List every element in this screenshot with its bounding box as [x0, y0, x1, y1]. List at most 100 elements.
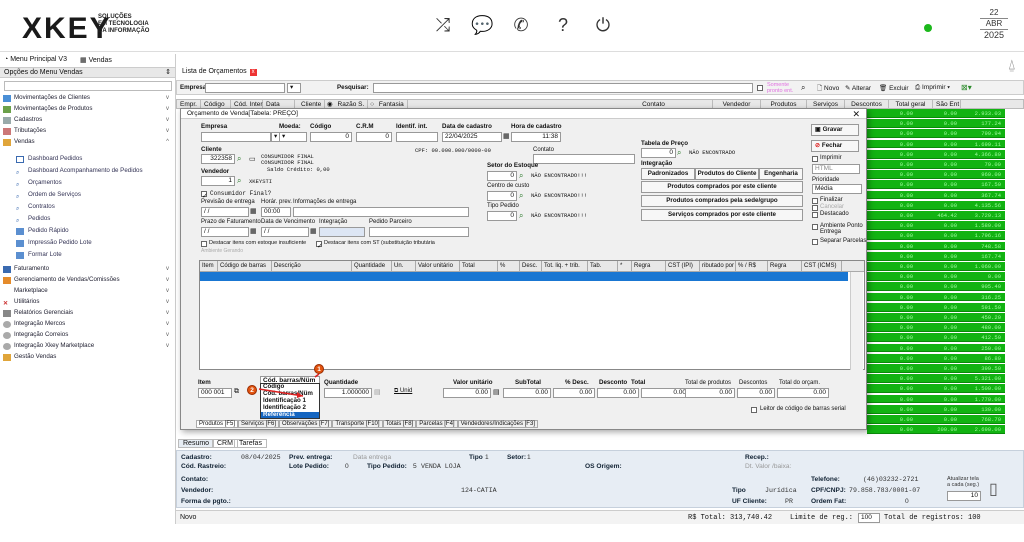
grid-row[interactable]: 0.00 0.00 1.589.00	[867, 221, 1005, 230]
whatsapp-icon[interactable]: ✆	[510, 14, 532, 36]
pedido-parceiro-field[interactable]	[369, 227, 469, 237]
ambiente-ponto-checkbox[interactable]	[812, 224, 818, 230]
sidebar-sub-dashboard-pedidos[interactable]: Dashboard Pedidos	[0, 154, 175, 165]
sidebar-sub-contratos[interactable]: ⌕ Contratos	[0, 202, 175, 213]
consumidor-final-checkbox[interactable]: ✓	[201, 191, 208, 200]
items-col-header[interactable]: Tot. liq. + trib.	[542, 261, 588, 271]
atualizar-field[interactable]: 10	[947, 491, 981, 501]
shuffle-icon[interactable]: ⤮	[432, 14, 454, 36]
prazo-field[interactable]: / /	[201, 227, 249, 237]
centro-custo-field[interactable]: 0	[487, 191, 517, 201]
items-col-header[interactable]: %	[498, 261, 520, 271]
tab-observacoes[interactable]: Observações [F7]	[279, 420, 333, 428]
calculator-icon[interactable]: ▤	[493, 388, 500, 396]
grid-row[interactable]: 0.00 464.42 3.729.13	[867, 211, 1005, 220]
subtotal-field[interactable]: 0.00	[503, 388, 551, 398]
info-entrega-field[interactable]	[293, 207, 469, 217]
tab-tarefas[interactable]: Tarefas	[234, 439, 267, 448]
items-col-header[interactable]: CST (ICMS)	[802, 261, 842, 271]
tab-servicos[interactable]: Serviços [F6]	[238, 420, 280, 428]
grid-row[interactable]: 0.00 0.00 1.060.00	[867, 262, 1005, 271]
tab-produtos[interactable]: Produtos [F5]	[196, 420, 239, 428]
chat-icon[interactable]: 💬	[471, 14, 493, 36]
grid-row[interactable]: 0.00 0.00 367.74	[867, 190, 1005, 200]
sidebar-sub-pedido-rapido[interactable]: Pedido Rápido	[0, 226, 175, 237]
tab-totais[interactable]: Totais [F8]	[382, 420, 417, 428]
grid-row[interactable]: 0.00 0.00 905.40	[867, 282, 1005, 292]
prioridade-select[interactable]: Média	[812, 184, 862, 194]
gravar-button[interactable]: ▣ Gravar	[811, 124, 859, 136]
sidebar-item-integracao-xkey[interactable]: Integração Xkey Marketplace v	[0, 341, 175, 352]
tab-vendedores[interactable]: Vendedores/Indicações [F3]	[457, 420, 538, 428]
items-col-header[interactable]: Quantidade	[352, 261, 392, 271]
grid-row[interactable]: 0.00 0.00 960.00	[867, 170, 1005, 179]
col-sao-ent[interactable]: São Ent	[933, 100, 961, 108]
sidebar-item-integracao-mercos[interactable]: Integração Mercos v	[0, 319, 175, 330]
close-tab-icon[interactable]: x	[249, 69, 257, 76]
grid-row[interactable]: 0.00 0.00 167.74	[867, 251, 1005, 261]
sidebar-item-gerenciamento[interactable]: Gerenciamento de Vendas/Comissões v	[0, 275, 175, 286]
descontos-total-field[interactable]: 0.00	[737, 388, 775, 398]
search-tabela-icon[interactable]: ⌕	[677, 148, 681, 158]
identif-field[interactable]	[396, 132, 438, 142]
empresa-field[interactable]	[201, 132, 271, 142]
total-field[interactable]: 0.00	[641, 388, 689, 398]
menu-search-input[interactable]	[4, 81, 172, 91]
search-client-icon[interactable]: ⌕	[237, 154, 241, 164]
vendedor-code-field[interactable]: 1	[201, 176, 235, 186]
items-col-header[interactable]: Descrição	[272, 261, 352, 271]
comprados-sede-button[interactable]: Produtos comprados pela sede/grupo	[641, 195, 803, 207]
moeda-select[interactable]: ▾	[279, 132, 307, 142]
limite-stepper[interactable]: 100	[858, 513, 880, 523]
alterar-button[interactable]: ✎ Alterar	[845, 84, 871, 92]
calendar-icon[interactable]: ▦	[503, 132, 510, 140]
imprimir-checkbox[interactable]	[812, 156, 818, 162]
card-icon[interactable]: ▭	[249, 155, 256, 163]
grid-row[interactable]: 0.00 0.00 4.366.80	[867, 149, 1005, 159]
hora-cadastro-field[interactable]: 11:38	[511, 132, 561, 142]
grid-row[interactable]: 0.00 0.00 316.25	[867, 292, 1005, 302]
sidebar-item-faturamento[interactable]: Faturamento v	[0, 264, 175, 275]
items-col-header[interactable]: *	[618, 261, 632, 271]
search-tipo-icon[interactable]: ⌕	[519, 211, 523, 221]
search-setor-icon[interactable]: ⌕	[519, 171, 523, 181]
sidebar-item-cadastros[interactable]: Cadastros v	[0, 115, 175, 126]
items-col-header[interactable]: ributado por	[700, 261, 736, 271]
excel-icon[interactable]: ⊠▾	[961, 83, 972, 92]
grid-row[interactable]: 0.00 0.00 768.70	[867, 415, 1005, 424]
cliente-code-field[interactable]: 322358	[201, 154, 235, 164]
empresa-input[interactable]	[205, 83, 285, 93]
imprimir-button[interactable]: ⎙ Imprimir ▾	[915, 84, 950, 92]
destacar-estoque-checkbox[interactable]	[201, 241, 207, 247]
previsao-field[interactable]: / /	[201, 207, 249, 217]
tab-resumo[interactable]: Resumo	[178, 439, 215, 448]
calendar-icon[interactable]: ▦	[250, 227, 257, 235]
contato-field[interactable]	[533, 154, 635, 164]
calendar-icon[interactable]: ▦	[310, 227, 317, 235]
total-produtos-field[interactable]: 0.00	[685, 388, 735, 398]
destacado-checkbox[interactable]	[812, 212, 818, 218]
items-col-header[interactable]: Regra	[632, 261, 666, 271]
sidebar-sub-dashboard-acompanhamento[interactable]: ⌕ Dashboard Acompanhamento de Pedidos	[0, 166, 175, 177]
tabela-preco-field[interactable]: 0	[641, 148, 676, 158]
vencimento-field[interactable]: / /	[261, 227, 309, 237]
separar-parcelas-checkbox[interactable]	[812, 239, 818, 245]
tipo-pedido-field[interactable]: 0	[487, 211, 517, 221]
grid-row[interactable]: 0.00 0.00 399.50	[867, 364, 1005, 373]
sidebar-item-movimentacoes-produtos[interactable]: Movimentações de Produtos v	[0, 104, 175, 115]
grid-row[interactable]: 0.00 0.00 79.00	[867, 160, 1005, 169]
servicos-cliente-button[interactable]: Serviços comprados por este cliente	[641, 209, 803, 221]
calculator-icon[interactable]: ▤	[374, 388, 381, 396]
sidebar-item-gestao-vendas[interactable]: Gestão Vendas	[0, 352, 175, 363]
grid-row[interactable]: 0.00 0.00 86.80	[867, 353, 1005, 363]
setor-field[interactable]: 0	[487, 171, 517, 181]
unid-link[interactable]: ⧉ Unid	[394, 388, 412, 395]
engenharia-button[interactable]: Engenharia	[759, 168, 803, 180]
grid-row[interactable]: 0.00 0.00 4.135.56	[867, 200, 1005, 210]
sidebar-item-vendas[interactable]: Vendas ^	[0, 137, 175, 148]
sidebar-item-utilitarios[interactable]: ✕ Utilitários v	[0, 297, 175, 308]
search-vendedor-icon[interactable]: ⌕	[237, 176, 241, 186]
sidebar-sub-ordem-servicos[interactable]: ⌕ Ordem de Serviços	[0, 190, 175, 201]
grid-row[interactable]: 0.00 0.00 591.50	[867, 302, 1005, 312]
grid-row[interactable]: 0.00 0.00 167.50	[867, 180, 1005, 190]
